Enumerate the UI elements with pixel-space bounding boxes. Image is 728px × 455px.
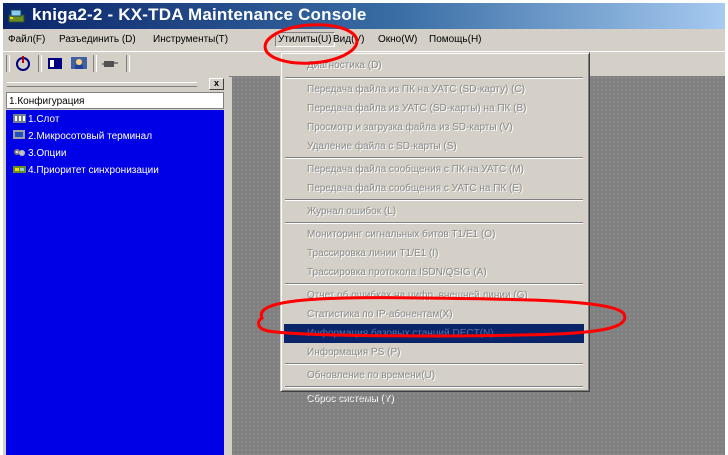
slot-icon bbox=[13, 114, 26, 123]
configuration-panel: x 1.Конфигурация 1.Слот 2.Микросотовый т… bbox=[3, 76, 229, 455]
tree-item-slot[interactable]: 1.Слот bbox=[13, 112, 59, 128]
menu-item-diagnostics[interactable]: Диагностика (D) bbox=[284, 56, 584, 75]
toolbar-separator bbox=[38, 55, 42, 72]
panel-grip[interactable] bbox=[7, 82, 197, 87]
panel-icon[interactable] bbox=[45, 54, 65, 73]
menu-file[interactable]: Файл(F) bbox=[8, 34, 45, 45]
menu-item-isdn-trace[interactable]: Трассировка протокола ISDN/QSIG (A) bbox=[284, 263, 584, 282]
toolbar-grip bbox=[6, 55, 10, 72]
menu-separator bbox=[285, 77, 583, 79]
tree-item-label: 1.Слот bbox=[28, 114, 60, 125]
menu-view[interactable]: Вид(V) bbox=[333, 34, 364, 45]
menu-item-download-from-sd[interactable]: Передача файла из УАТС (SD-карты) на ПК … bbox=[284, 99, 584, 118]
menu-separator bbox=[285, 157, 583, 159]
menu-item-download-message[interactable]: Передача файла сообщения с УАТС на ПК (E… bbox=[284, 179, 584, 198]
menu-bar: Файл(F) Разъединить (D) Инструменты(T) У… bbox=[3, 30, 725, 50]
toolbar-separator bbox=[93, 55, 97, 72]
menu-item-label: Сброс системы (Y) bbox=[306, 393, 394, 404]
menu-item-dect-base-info[interactable]: Информация базовых станций DECT(N) bbox=[284, 324, 584, 343]
app-icon bbox=[8, 9, 25, 23]
menu-help[interactable]: Помощь(H) bbox=[429, 34, 482, 45]
toolbar-separator bbox=[126, 55, 130, 72]
tree-title: 1.Конфигурация bbox=[6, 92, 224, 109]
menu-item-digital-trunk-errors[interactable]: Отчет об ошибках на цифр. внешней линии … bbox=[284, 286, 584, 305]
tree-item-label: 3.Опции bbox=[28, 148, 67, 159]
tree-item-label: 2.Микросотовый терминал bbox=[28, 131, 153, 142]
tree-item-terminal[interactable]: 2.Микросотовый терминал bbox=[13, 129, 152, 145]
panel-header: x bbox=[5, 78, 227, 90]
menu-item-time-update[interactable]: Обновление по времени(U) bbox=[284, 366, 584, 385]
menu-item-upload-to-sd[interactable]: Передача файла из ПК на УАТС (SD-карту) … bbox=[284, 80, 584, 99]
tree-item-options[interactable]: 3.Опции bbox=[13, 146, 66, 162]
menu-disconnect[interactable]: Разъединить (D) bbox=[59, 34, 136, 45]
menu-window[interactable]: Окно(W) bbox=[378, 34, 417, 45]
close-icon[interactable]: x bbox=[209, 78, 224, 90]
options-icon bbox=[14, 149, 25, 156]
menu-utilities[interactable]: Утилиты(U) bbox=[275, 32, 335, 47]
terminal-icon bbox=[13, 130, 25, 139]
plug-icon[interactable] bbox=[100, 54, 120, 73]
tree-view: 1.Слот 2.Микросотовый терминал 3.Опции 4… bbox=[6, 110, 224, 455]
menu-item-view-sd-file[interactable]: Просмотр и загрузка файла из SD-карты (V… bbox=[284, 118, 584, 137]
menu-item-ip-stats[interactable]: Статистика по IP-абонентам(X) bbox=[284, 305, 584, 324]
menu-separator bbox=[285, 283, 583, 285]
menu-separator bbox=[285, 199, 583, 201]
menu-item-error-log[interactable]: Журнал ошибок (L) bbox=[284, 202, 584, 221]
app-window: kniga2-2 - KX-TDA Maintenance Console Фа… bbox=[3, 3, 725, 455]
sync-icon bbox=[13, 166, 26, 173]
tree-item-label: 4.Приоритет синхронизации bbox=[28, 165, 159, 176]
menu-separator bbox=[285, 363, 583, 365]
menu-item-ps-info[interactable]: Информация PS (P) bbox=[284, 343, 584, 362]
submenu-arrow-icon bbox=[569, 395, 573, 403]
menu-tools[interactable]: Инструменты(T) bbox=[153, 34, 228, 45]
window-title: kniga2-2 - KX-TDA Maintenance Console bbox=[32, 5, 367, 24]
connect-icon[interactable] bbox=[13, 54, 33, 73]
menu-item-t1e1-trace[interactable]: Трассировка линии T1/E1 (I) bbox=[284, 244, 584, 263]
menu-item-t1e1-monitor[interactable]: Мониторинг сигнальных битов T1/E1 (O) bbox=[284, 225, 584, 244]
tree-item-sync-priority[interactable]: 4.Приоритет синхронизации bbox=[13, 163, 159, 179]
menu-item-delete-sd-file[interactable]: Удаление файла с SD-карты (S) bbox=[284, 137, 584, 156]
title-bar[interactable]: kniga2-2 - KX-TDA Maintenance Console bbox=[3, 3, 725, 29]
menu-separator bbox=[285, 222, 583, 224]
user-icon[interactable] bbox=[69, 54, 89, 73]
menu-item-system-reset[interactable]: Сброс системы (Y) bbox=[283, 389, 583, 408]
menu-item-upload-message[interactable]: Передача файла сообщения с ПК на УАТС (M… bbox=[284, 160, 584, 179]
utilities-dropdown-menu: Диагностика (D) Передача файла из ПК на … bbox=[280, 52, 590, 392]
menu-separator bbox=[285, 386, 583, 388]
